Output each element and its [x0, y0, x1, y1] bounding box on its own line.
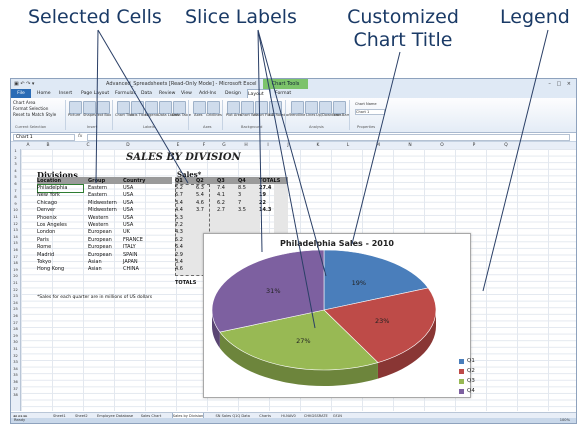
callout-line [95, 29, 99, 184]
callout-line [257, 29, 327, 277]
callout-line [257, 29, 316, 329]
callout-line [97, 29, 189, 184]
callout-line [351, 51, 401, 245]
callout-line [257, 29, 263, 253]
callout-lines [95, 29, 549, 329]
callout-line [482, 29, 549, 292]
